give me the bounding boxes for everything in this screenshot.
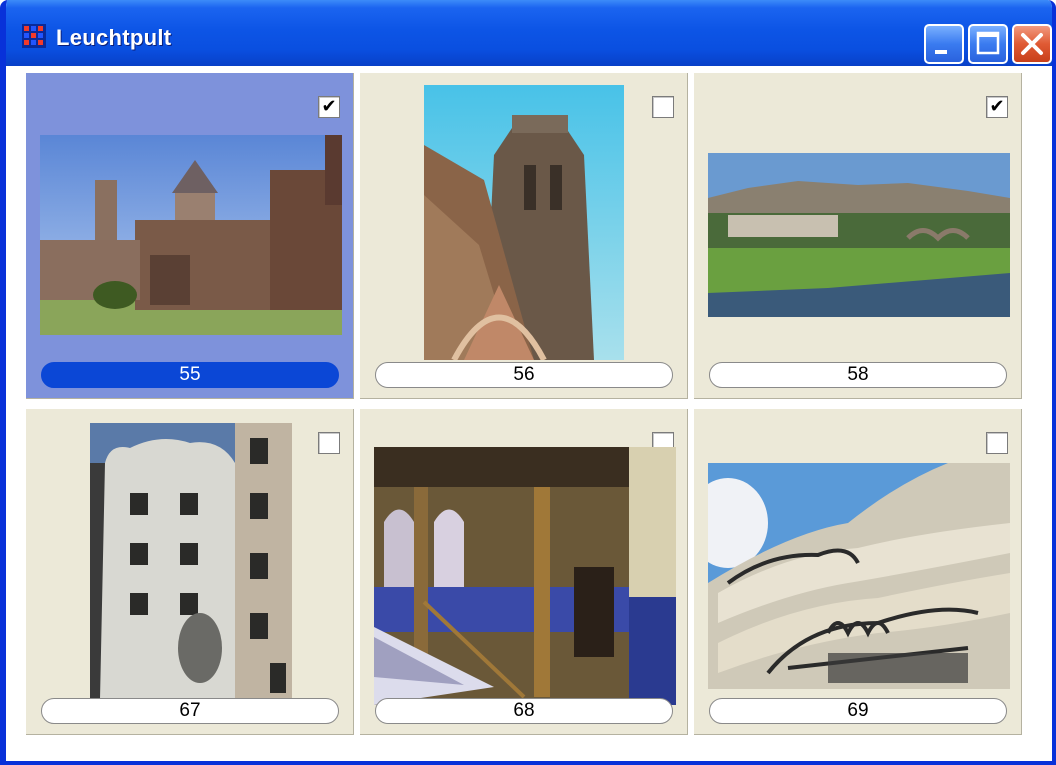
- select-checkbox[interactable]: [318, 432, 340, 454]
- thumbnail-grid: ✔ 55 56 ✔ 58 67 68 69: [25, 72, 1035, 742]
- thumbnail-cell[interactable]: ✔ 58: [693, 72, 1023, 400]
- minimize-button[interactable]: [924, 24, 964, 64]
- thumbnail-image: [708, 153, 1010, 317]
- maximize-button[interactable]: [968, 24, 1008, 64]
- maximize-icon: [976, 31, 1000, 55]
- lighttable-window: Leuchtpult ✔ 55 56 ✔ 58 67 68 69: [0, 0, 1056, 765]
- thumbnail-label: 69: [709, 698, 1007, 724]
- thumbnail-label: 55: [41, 362, 339, 388]
- thumbnail-cell[interactable]: 56: [359, 72, 689, 400]
- thumbnail-label: 68: [375, 698, 673, 724]
- close-button[interactable]: [1012, 24, 1052, 64]
- app-icon: [22, 24, 46, 48]
- thumbnail-label: 58: [709, 362, 1007, 388]
- thumbnail-image: [90, 423, 292, 699]
- select-checkbox[interactable]: [986, 432, 1008, 454]
- select-checkbox[interactable]: ✔: [318, 96, 340, 118]
- thumbnail-label: 56: [375, 362, 673, 388]
- thumbnail-label: 67: [41, 698, 339, 724]
- title-bar[interactable]: Leuchtpult: [6, 0, 1052, 66]
- thumbnail-image: [708, 463, 1010, 689]
- thumbnail-image: [374, 447, 676, 705]
- select-checkbox[interactable]: [652, 96, 674, 118]
- thumbnail-cell[interactable]: 68: [359, 408, 689, 736]
- window-title: Leuchtpult: [56, 25, 172, 50]
- thumbnail-cell[interactable]: 69: [693, 408, 1023, 736]
- thumbnail-image: [40, 135, 342, 335]
- thumbnail-cell[interactable]: ✔ 55: [25, 72, 355, 400]
- thumbnail-cell[interactable]: 67: [25, 408, 355, 736]
- select-checkbox[interactable]: ✔: [986, 96, 1008, 118]
- close-icon: [1021, 33, 1043, 55]
- thumbnail-image: [424, 85, 624, 360]
- minimize-icon: [935, 50, 947, 54]
